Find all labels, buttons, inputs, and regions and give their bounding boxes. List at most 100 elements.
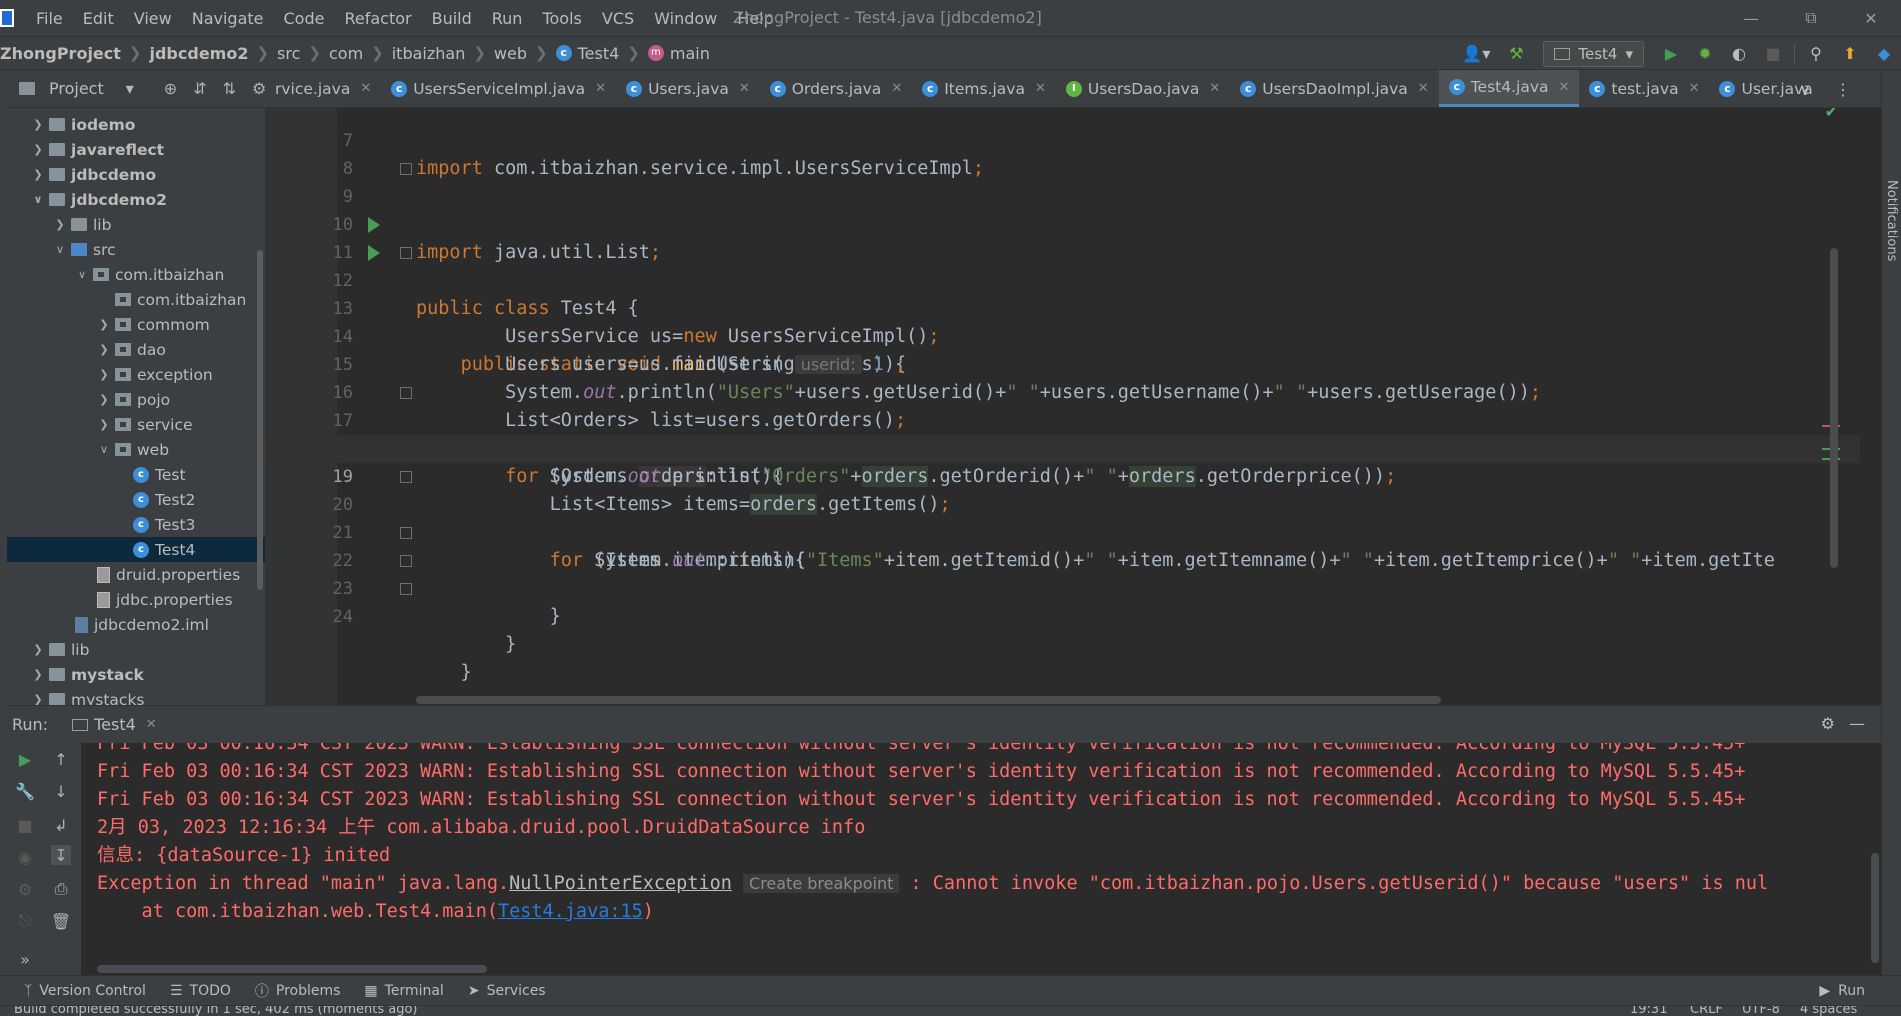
tree-item[interactable]: ❯ pojo (7, 387, 265, 412)
run-gutter-icon[interactable] (368, 245, 380, 261)
stacktrace-link[interactable]: Test4.java:15 (498, 901, 643, 922)
breadcrumb-com[interactable]: com (329, 44, 363, 63)
tree-item[interactable]: ∨ src (7, 237, 265, 262)
tab-users[interactable]: c Users.java ✕ (616, 70, 760, 107)
tree-item[interactable]: ❯ commom (7, 312, 265, 337)
breadcrumb-project[interactable]: ZhongProject (0, 44, 121, 63)
fold-icon[interactable] (400, 247, 412, 259)
menu-window[interactable]: Window (654, 9, 717, 28)
close-icon[interactable]: ✕ (146, 717, 157, 732)
close-icon[interactable]: ✕ (1418, 81, 1429, 96)
close-icon[interactable]: ✕ (360, 81, 371, 96)
fold-icon[interactable] (400, 583, 412, 595)
close-icon[interactable]: ✕ (891, 81, 902, 96)
close-icon[interactable]: ✕ (1209, 81, 1220, 96)
menu-file[interactable]: File (36, 9, 63, 28)
tree-item[interactable]: ❯ service (7, 412, 265, 437)
gear-icon[interactable]: ⚙ (252, 79, 265, 98)
tree-item[interactable]: c Test2 (7, 487, 265, 512)
menu-tools[interactable]: Tools (542, 9, 581, 28)
wrench-icon[interactable]: 🔧 (15, 781, 35, 801)
editor-horizontal-scrollbar[interactable] (416, 696, 1441, 704)
file-encoding[interactable]: UTF-8 (1742, 1006, 1780, 1016)
tree-item[interactable]: ∨ com.itbaizhan (7, 262, 265, 287)
scroll-to-end-icon[interactable]: ↧ (51, 845, 71, 865)
search-icon[interactable]: ⚲ (1805, 43, 1827, 65)
close-icon[interactable]: ✕ (1035, 81, 1046, 96)
menu-refactor[interactable]: Refactor (344, 9, 411, 28)
exit-icon[interactable]: ⎋ (15, 911, 35, 931)
minimize-icon[interactable]: — (1721, 0, 1781, 36)
menu-vcs[interactable]: VCS (602, 9, 634, 28)
tab-usersdao[interactable]: I UsersDao.java ✕ (1056, 70, 1230, 107)
tab-items[interactable]: c Items.java ✕ (912, 70, 1056, 107)
tree-item[interactable]: ❯ jdbcdemo (7, 162, 265, 187)
tree-item-selected[interactable]: c Test4 (7, 537, 265, 562)
breadcrumb-itbaizhan[interactable]: itbaizhan (392, 44, 466, 63)
jetbrains-icon[interactable]: ◆ (1873, 43, 1895, 65)
tree-item[interactable]: ❯ javareflect (7, 137, 265, 162)
fold-icon[interactable] (400, 471, 412, 483)
close-icon[interactable]: ✕ (1559, 80, 1570, 95)
tab-test[interactable]: c test.java ✕ (1579, 70, 1709, 107)
close-icon[interactable]: ✕ (595, 81, 606, 96)
run-gutter-icon[interactable] (368, 217, 380, 233)
coverage-icon[interactable]: ◐ (1728, 43, 1750, 65)
editor-vertical-scrollbar[interactable] (1830, 248, 1838, 568)
exception-class-link[interactable]: NullPointerException (509, 873, 732, 894)
gear-icon[interactable]: ⚙ (1821, 714, 1835, 733)
stop-icon[interactable]: ■ (15, 815, 35, 835)
breadcrumb-module[interactable]: jdbcdemo2 (149, 44, 248, 63)
project-view-selector[interactable]: Project ▾ (19, 79, 134, 98)
tree-item[interactable]: ❯ mystack (7, 662, 265, 687)
toolwindow-version-control[interactable]: ᛉ Version Control (24, 983, 146, 999)
tree-item[interactable]: com.itbaizhan (7, 287, 265, 312)
breadcrumb-method[interactable]: m main (647, 44, 710, 63)
tree-item[interactable]: ∨ web (7, 437, 265, 462)
menu-edit[interactable]: Edit (83, 9, 114, 28)
more-icon[interactable]: ⋮ (1835, 80, 1851, 99)
fold-icon[interactable] (400, 527, 412, 539)
breadcrumb-class[interactable]: c Test4 (555, 44, 619, 63)
build-hammer-icon[interactable]: ⚒ (1505, 43, 1527, 65)
stop-icon[interactable]: ■ (1762, 43, 1784, 65)
tree-item[interactable]: ❯ mystacks (7, 687, 265, 705)
menu-navigate[interactable]: Navigate (192, 9, 264, 28)
console-vertical-scrollbar[interactable] (1871, 853, 1879, 963)
restore-icon[interactable]: ⧉ (1781, 0, 1841, 36)
tab-usersserviceimpl[interactable]: c UsersServiceImpl.java ✕ (381, 70, 616, 107)
create-breakpoint-hint[interactable]: Create breakpoint (743, 874, 900, 893)
tab-orders[interactable]: c Orders.java ✕ (760, 70, 912, 107)
tree-item[interactable]: ❯ lib (7, 637, 265, 662)
expand-all-icon[interactable]: ⇵ (193, 79, 206, 98)
toolwindow-terminal[interactable]: ▦ Terminal (364, 983, 443, 999)
debug-icon[interactable]: ✹ (1694, 43, 1716, 65)
locate-icon[interactable]: ⊕ (164, 79, 177, 98)
run-icon[interactable]: ▶ (1660, 43, 1682, 65)
close-icon[interactable]: ✕ (1689, 81, 1700, 96)
tree-item[interactable]: ∨ jdbcdemo2 (7, 187, 265, 212)
tree-item[interactable]: ❯ exception (7, 362, 265, 387)
console-output[interactable]: Fri Feb 03 00:16:34 CST 2023 WARN: Estab… (81, 743, 1881, 975)
tree-item[interactable]: ❯ lib (7, 212, 265, 237)
breadcrumb-web[interactable]: web (494, 44, 527, 63)
code-editor[interactable]: 7 import com.itbaizhan.service.impl.User… (265, 108, 1860, 705)
tab-usersdaoimpl[interactable]: c UsersDaoImpl.java ✕ (1230, 70, 1438, 107)
tab-test4-active[interactable]: c Test4.java ✕ (1438, 70, 1580, 107)
print-icon[interactable]: ⎙ (51, 879, 71, 899)
indent-setting[interactable]: 4 spaces (1800, 1006, 1857, 1016)
toolwindow-todo[interactable]: ☰ TODO (170, 983, 231, 999)
chevron-down-icon[interactable]: ∨ (1799, 80, 1811, 99)
toolwindow-services[interactable]: ➤ Services (468, 983, 546, 999)
arrow-up-icon[interactable]: ↑ (51, 749, 71, 769)
line-separator[interactable]: CRLF (1690, 1006, 1723, 1016)
menu-code[interactable]: Code (284, 9, 325, 28)
camera-icon[interactable]: ◉ (15, 847, 35, 867)
breadcrumb-src[interactable]: src (277, 44, 300, 63)
trash-icon[interactable]: 🗑 (51, 911, 71, 931)
close-icon[interactable]: ✕ (739, 81, 750, 96)
tree-item[interactable]: ❯ iodemo (7, 112, 265, 137)
rerun-icon[interactable]: ▶ (15, 749, 35, 769)
close-icon[interactable]: ✕ (1841, 0, 1901, 36)
arrow-down-icon[interactable]: ↓ (51, 781, 71, 801)
